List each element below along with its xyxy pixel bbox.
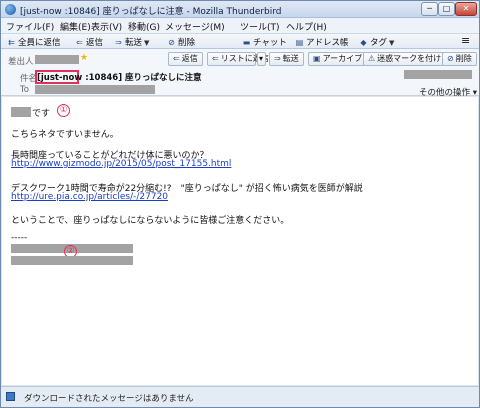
mark-junk-button[interactable]: ⚠ 迷惑マークを付ける	[363, 52, 455, 66]
signature-redacted-2	[11, 256, 133, 265]
body-line-4: ということで、座りっぱなしにならないように皆様ご注意ください。	[11, 216, 290, 226]
date-redacted	[404, 70, 472, 79]
reply-list-button[interactable]: ⇐ リストに返信	[207, 52, 269, 66]
chevron-down-icon: ▾	[259, 54, 264, 63]
sender-redacted	[35, 55, 79, 64]
chevron-down-icon: ▼	[144, 39, 150, 47]
menu-file[interactable]: ファイル(F)	[6, 20, 54, 33]
chevron-down-icon: ▼	[389, 39, 395, 47]
window-title: [just-now :10846] 座りっぱなしに注意 - Mozilla Th…	[20, 7, 282, 17]
delete-icon: ⊘	[447, 54, 454, 63]
forward-icon: ⇒	[274, 54, 281, 63]
reply-all-icon: ⇇	[8, 38, 15, 47]
reply-button[interactable]: ⇐ 返信	[168, 52, 203, 66]
signature-separator: -----	[11, 233, 28, 243]
junk-icon: ⚠	[368, 54, 376, 63]
tag-icon: ◆	[360, 38, 367, 47]
menu-bar: ファイル(F) 編集(E) 表示(V) 移動(G) メッセージ(M) ツール(T…	[1, 18, 479, 33]
forward-icon: ⇒	[115, 38, 122, 47]
menu-view[interactable]: 表示(V)	[91, 20, 122, 33]
message-body: です ① こちらネタですいません。 長時間座っていることがどれだけ体に悪いのか？…	[2, 97, 478, 385]
reply-icon: ⇐	[173, 54, 180, 63]
reply-dropdown-button[interactable]: ▾	[257, 52, 266, 66]
online-status-icon[interactable]	[6, 392, 15, 401]
to-label: To	[20, 85, 29, 95]
maximize-button[interactable]: □	[438, 2, 455, 16]
address-book-toolbar-button[interactable]: ▤ アドレス帳	[295, 36, 349, 48]
delete-icon: ⊘	[168, 38, 175, 47]
message-subject: [just-now :10846] 座りっぱなしに注意	[37, 73, 202, 83]
addressee-redacted	[11, 107, 31, 117]
chat-toolbar-button[interactable]: ▬ チャット	[242, 36, 287, 48]
delete-toolbar-button[interactable]: ⊘ 削除	[167, 36, 195, 48]
archive-icon: ▣	[313, 54, 321, 63]
body-link-1[interactable]: http://www.gizmodo.jp/2015/05/post_17155…	[11, 159, 231, 169]
thunderbird-app-icon	[5, 4, 16, 15]
thunderbird-window: [just-now :10846] 座りっぱなしに注意 - Mozilla Th…	[0, 0, 480, 408]
menu-tools[interactable]: ツール(T)	[240, 20, 280, 33]
chat-icon: ▬	[242, 38, 251, 47]
title-bar[interactable]: [just-now :10846] 座りっぱなしに注意 - Mozilla Th…	[1, 1, 479, 18]
menu-edit[interactable]: 編集(E)	[60, 20, 91, 33]
menu-message[interactable]: メッセージ(M)	[165, 20, 225, 33]
address-book-icon: ▤	[295, 38, 304, 47]
delete-button[interactable]: ⊘ 削除	[442, 52, 477, 66]
from-label: 差出人	[8, 57, 34, 67]
reply-list-icon: ⇐	[212, 54, 219, 63]
star-icon[interactable]: ★	[80, 53, 88, 63]
forward-button[interactable]: ⇒ 転送	[269, 52, 304, 66]
forward-toolbar-button[interactable]: ⇒ 転送 ▼	[114, 36, 149, 48]
minimize-button[interactable]: ─	[421, 2, 438, 16]
close-button[interactable]: ✕	[455, 2, 477, 16]
archive-button[interactable]: ▣ アーカイブ	[308, 52, 368, 66]
reply-all-toolbar-button[interactable]: ⇇ 全員に返信	[7, 36, 60, 48]
greeting-suffix: です	[32, 109, 51, 119]
tag-toolbar-button[interactable]: ◆ タグ ▼	[359, 36, 394, 48]
body-line-1: こちらネタですいません。	[11, 130, 119, 140]
menu-go[interactable]: 移動(G)	[128, 20, 160, 33]
reply-toolbar-button[interactable]: ⇐ 返信	[75, 36, 103, 48]
app-menu-icon[interactable]: ≡	[461, 34, 470, 47]
reply-icon: ⇐	[76, 38, 83, 47]
recipient-redacted	[35, 85, 155, 94]
annotation-marker-1: ①	[57, 104, 70, 117]
body-link-2[interactable]: http://ure.pia.co.jp/articles/-/27720	[11, 192, 168, 202]
status-bar: ダウンロードされたメッセージはありません	[1, 386, 479, 407]
main-toolbar: ⇇ 全員に返信 ⇐ 返信 ⇒ 転送 ▼ ⊘ 削除 ▬ チャット ▤ アドレス帳 ◆ タグ ▼ ≡	[1, 33, 479, 49]
menu-help[interactable]: ヘルプ(H)	[286, 20, 327, 33]
status-text: ダウンロードされたメッセージはありません	[24, 394, 194, 404]
